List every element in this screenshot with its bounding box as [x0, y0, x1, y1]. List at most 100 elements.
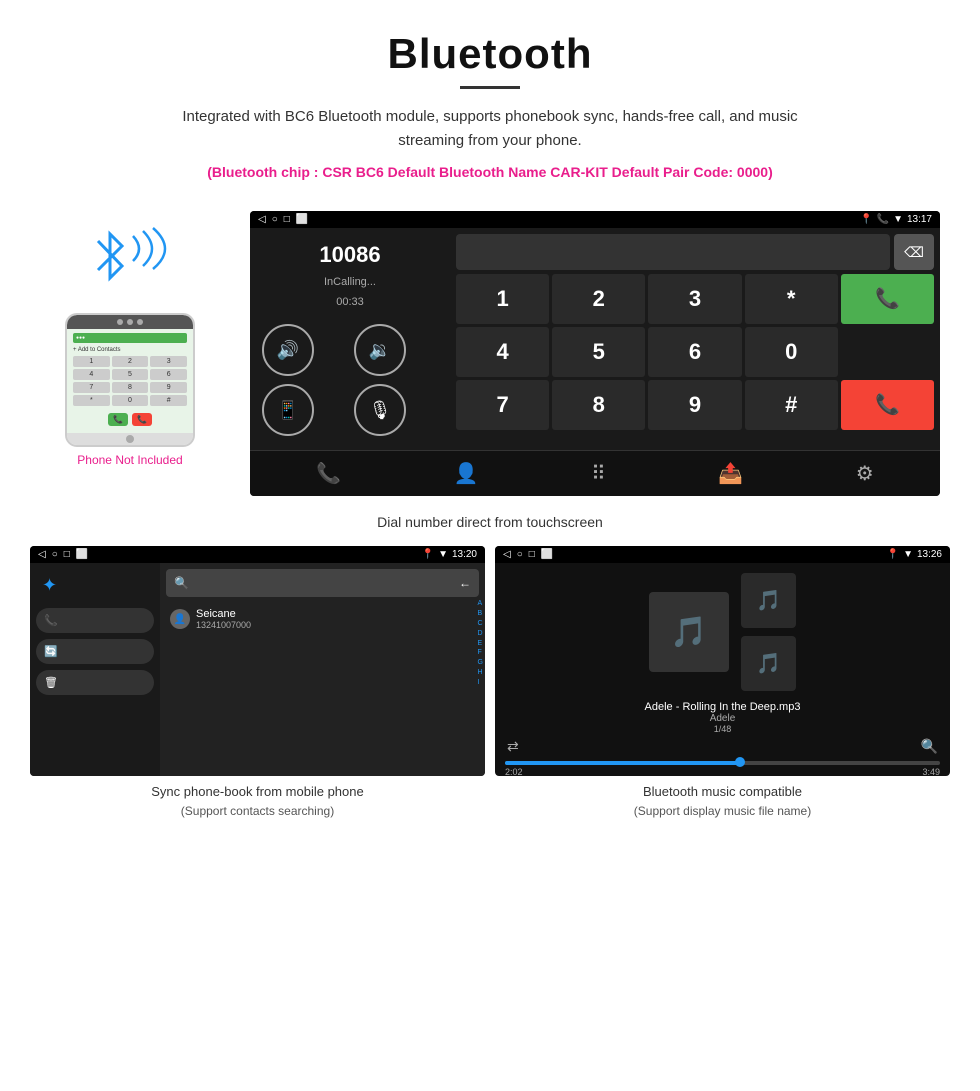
- music-track-count: 1/48: [505, 724, 940, 734]
- pb-time-display: 13:20: [452, 549, 477, 560]
- dialer-screen: 10086 InCalling... 00:33 🔊 🔉 📱 🎙 ⌫ 1: [250, 228, 940, 450]
- key-1[interactable]: 1: [456, 274, 549, 324]
- music-artist-name: Adele: [505, 713, 940, 724]
- call-status-icon: 📞: [877, 214, 889, 225]
- volume-up-button[interactable]: 🔊: [262, 324, 314, 376]
- contact-number: 13241007000: [196, 620, 251, 630]
- pb-sync-icon: 🔄: [44, 645, 58, 658]
- progress-fill: [505, 761, 740, 765]
- phone-key-4[interactable]: 4: [73, 369, 110, 380]
- pb-delete-btn[interactable]: 🗑: [36, 670, 154, 695]
- dialer-status-text: InCalling...: [262, 276, 438, 288]
- pb-recent-icon[interactable]: □: [64, 549, 70, 560]
- phonebook-alpha-index: A B C D E F G H I: [478, 599, 483, 687]
- key-2[interactable]: 2: [552, 274, 645, 324]
- bluetooth-icon: [90, 226, 130, 286]
- music-controls-row: ⇄ 🔍: [495, 734, 950, 759]
- nav-phone-icon[interactable]: 📞: [316, 461, 341, 486]
- mute-button[interactable]: 🎙: [354, 384, 406, 436]
- volume-down-button[interactable]: 🔉: [354, 324, 406, 376]
- status-bar-main: ◁ ○ □ ⬜ 📍 📞 ▼ 13:17: [250, 211, 940, 228]
- pb-screenshot-icon: ⬜: [76, 549, 88, 560]
- phone-home-button[interactable]: [126, 435, 134, 443]
- key-6[interactable]: 6: [648, 327, 741, 377]
- back-nav-icon[interactable]: ◁: [258, 214, 266, 225]
- phone-not-included-label: Phone Not Included: [77, 453, 182, 467]
- main-section: ●●● + Add to Contacts 1 2 3 4 5 6 7 8 9 …: [0, 201, 980, 506]
- dialer-timer-text: 00:33: [262, 296, 438, 308]
- phone-key-9[interactable]: 9: [150, 382, 187, 393]
- home-nav-icon[interactable]: ○: [272, 214, 278, 225]
- pb-location-icon: 📍: [422, 549, 434, 560]
- music-wifi-icon: ▼: [903, 549, 913, 560]
- key-3[interactable]: 3: [648, 274, 741, 324]
- contact-info: Seicane 13241007000: [196, 608, 251, 630]
- pb-sync-btn[interactable]: 🔄: [36, 639, 154, 664]
- contact-avatar: 👤: [170, 609, 190, 629]
- phone-status-bar: ●●●: [73, 333, 187, 343]
- nav-keypad-icon[interactable]: ⠿: [591, 461, 606, 486]
- key-hash[interactable]: #: [745, 380, 838, 430]
- music-art-area: 🎵 🎵 🎵: [495, 563, 950, 701]
- music-back-icon[interactable]: ◁: [503, 549, 511, 560]
- key-5[interactable]: 5: [552, 327, 645, 377]
- nav-settings-icon[interactable]: ⚙: [856, 461, 874, 486]
- phone-key-star[interactable]: *: [73, 395, 110, 406]
- nav-transfer-icon[interactable]: 📤: [718, 461, 743, 486]
- page-title: Bluetooth: [20, 30, 960, 78]
- phone-call-buttons: 📞 📞: [73, 410, 187, 429]
- music-card: ◁ ○ □ ⬜ 📍 ▼ 13:26 🎵 🎵 🎵: [495, 546, 950, 826]
- mock-phone-device: ●●● + Add to Contacts 1 2 3 4 5 6 7 8 9 …: [65, 313, 195, 447]
- call-button[interactable]: 📞: [841, 274, 934, 324]
- phone-key-5[interactable]: 5: [112, 369, 149, 380]
- phone-key-6[interactable]: 6: [150, 369, 187, 380]
- key-7[interactable]: 7: [456, 380, 549, 430]
- key-8[interactable]: 8: [552, 380, 645, 430]
- transfer-call-button[interactable]: 📱: [262, 384, 314, 436]
- phone-end-btn[interactable]: 📞: [132, 413, 152, 426]
- key-star[interactable]: *: [745, 274, 838, 324]
- pb-back-arrow[interactable]: ←: [459, 576, 471, 590]
- phone-call-btn[interactable]: 📞: [108, 413, 128, 426]
- phone-key-2[interactable]: 2: [112, 356, 149, 367]
- phone-key-8[interactable]: 8: [112, 382, 149, 393]
- music-screen: ◁ ○ □ ⬜ 📍 ▼ 13:26 🎵 🎵 🎵: [495, 546, 950, 776]
- nav-contacts-icon[interactable]: 👤: [454, 461, 479, 486]
- phonebook-right-panel: 🔍 ← 👤 Seicane 13241007000 A: [160, 563, 485, 776]
- pb-back-icon[interactable]: ◁: [38, 549, 46, 560]
- music-screenshot-icon: ⬜: [541, 549, 553, 560]
- music-album-art-right: 🎵: [741, 636, 796, 691]
- shuffle-icon[interactable]: ⇄: [507, 738, 519, 755]
- specs-text: (Bluetooth chip : CSR BC6 Default Blueto…: [150, 161, 830, 183]
- phone-key-3[interactable]: 3: [150, 356, 187, 367]
- key-9[interactable]: 9: [648, 380, 741, 430]
- backspace-button[interactable]: ⌫: [894, 234, 934, 270]
- recent-nav-icon[interactable]: □: [284, 214, 290, 225]
- phone-key-7[interactable]: 7: [73, 382, 110, 393]
- progress-track[interactable]: [505, 761, 940, 765]
- music-recent-icon[interactable]: □: [529, 549, 535, 560]
- phone-key-hash[interactable]: #: [150, 395, 187, 406]
- key-0[interactable]: 0: [745, 327, 838, 377]
- dialer-controls: 🔊 🔉 📱 🎙: [262, 324, 438, 436]
- pb-home-icon[interactable]: ○: [52, 549, 58, 560]
- dialer-bottom-nav: 📞 👤 ⠿ 📤 ⚙: [250, 450, 940, 496]
- phonebook-search-bar[interactable]: 🔍 ←: [166, 569, 479, 597]
- dialer-display-row: ⌫: [456, 234, 934, 270]
- pb-delete-icon: 🗑: [44, 676, 58, 689]
- music-progress-section: 2:02 3:49: [495, 759, 950, 776]
- music-caption: Bluetooth music compatible (Support disp…: [495, 776, 950, 826]
- phone-key-0[interactable]: 0: [112, 395, 149, 406]
- time-display: 13:17: [907, 214, 932, 225]
- key-4[interactable]: 4: [456, 327, 549, 377]
- pb-call-btn[interactable]: 📞: [36, 608, 154, 633]
- music-home-icon[interactable]: ○: [517, 549, 523, 560]
- hangup-button[interactable]: 📞: [841, 380, 934, 430]
- dialer-keypad: 1 2 3 * 📞 4 5 6 0 7 8 9 # 📞: [456, 274, 934, 430]
- phonebook-contact-item[interactable]: 👤 Seicane 13241007000: [160, 603, 485, 635]
- dialer-input-field[interactable]: [456, 234, 890, 270]
- music-search-icon[interactable]: 🔍: [921, 738, 938, 755]
- music-track-title: Adele - Rolling In the Deep.mp3: [505, 701, 940, 713]
- bt-active-icon: ✦: [36, 569, 154, 602]
- phone-key-1[interactable]: 1: [73, 356, 110, 367]
